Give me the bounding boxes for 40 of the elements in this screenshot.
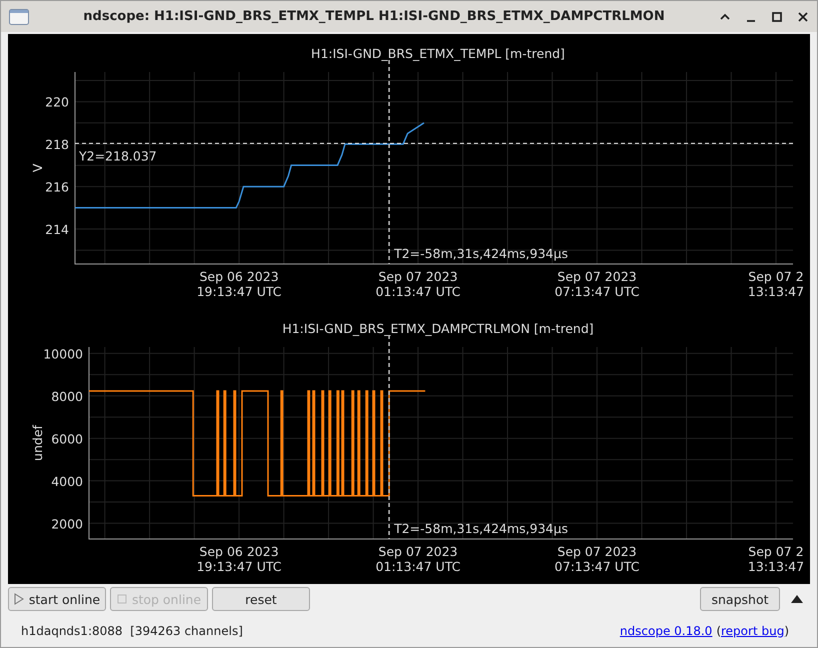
play-icon	[14, 593, 24, 605]
expand-icon[interactable]	[790, 594, 804, 604]
x-tick-label: Sep 07 2023 07:13:47 UTC	[554, 269, 640, 299]
stop-icon	[116, 594, 127, 604]
cursor-label: T2=-58m,31s,424ms,934µs	[394, 521, 568, 536]
maximize-icon[interactable]	[771, 10, 783, 22]
y-tick-label: 6000	[51, 431, 83, 446]
close-icon[interactable]	[797, 10, 809, 22]
plot-title: H1:ISI-GND_BRS_ETMX_DAMPCTRLMON [m-trend]	[282, 321, 594, 336]
toolbar-button[interactable]: start online	[8, 587, 106, 611]
cursor-label: T2=-58m,31s,424ms,934µs	[394, 246, 568, 261]
x-tick-label: Sep 07 2 13:13:47	[748, 269, 804, 299]
toolbar-button[interactable]: reset	[212, 587, 310, 611]
cursor-line[interactable]	[388, 60, 390, 264]
y-tick-label: 214	[45, 222, 69, 237]
y-tick-label: 2000	[51, 516, 83, 532]
y-tick-label: 8000	[51, 388, 83, 404]
x-tick-label: Sep 06 2023 19:13:47 UTC	[196, 544, 282, 574]
x-tick-label: Sep 07 2023 01:13:47 UTC	[376, 544, 460, 574]
snapshot-button[interactable]: snapshot	[700, 587, 780, 611]
x-tick-label: Sep 07 2 13:13:47	[748, 544, 804, 574]
y-tick-label: 218	[45, 137, 69, 152]
y-axis-label: V	[30, 164, 45, 172]
cursor-label: Y2=218.037	[79, 148, 157, 164]
x-tick-label: Sep 07 2023 01:13:47 UTC	[376, 269, 460, 299]
x-tick-label: Sep 07 2023 07:13:47 UTC	[554, 544, 640, 574]
server-status: h1daqnds1:8088 [394263 channels]	[21, 624, 243, 638]
window-icon	[9, 8, 29, 24]
y-tick-label: 220	[45, 94, 69, 110]
version-link[interactable]: ndscope 0.18.0	[620, 624, 712, 638]
about-text: ndscope 0.18.0 (report bug)	[620, 624, 789, 638]
window-title: ndscope: H1:ISI-GND_BRS_ETMX_TEMPL H1:ISI-GND_BRS_ETMX_DAMPCTRLMON	[82, 9, 666, 24]
y-tick-label: 216	[45, 180, 69, 195]
cursor-line[interactable]	[388, 335, 390, 539]
report-bug-link[interactable]: report bug	[721, 624, 784, 638]
y-tick-label: 4000	[51, 474, 83, 489]
y-axis-label: undef	[30, 425, 45, 461]
plot-title: H1:ISI-GND_BRS_ETMX_TEMPL [m-trend]	[311, 46, 565, 61]
y-tick-label: 10000	[43, 346, 83, 362]
x-tick-label: Sep 06 2023 19:13:47 UTC	[196, 269, 282, 299]
